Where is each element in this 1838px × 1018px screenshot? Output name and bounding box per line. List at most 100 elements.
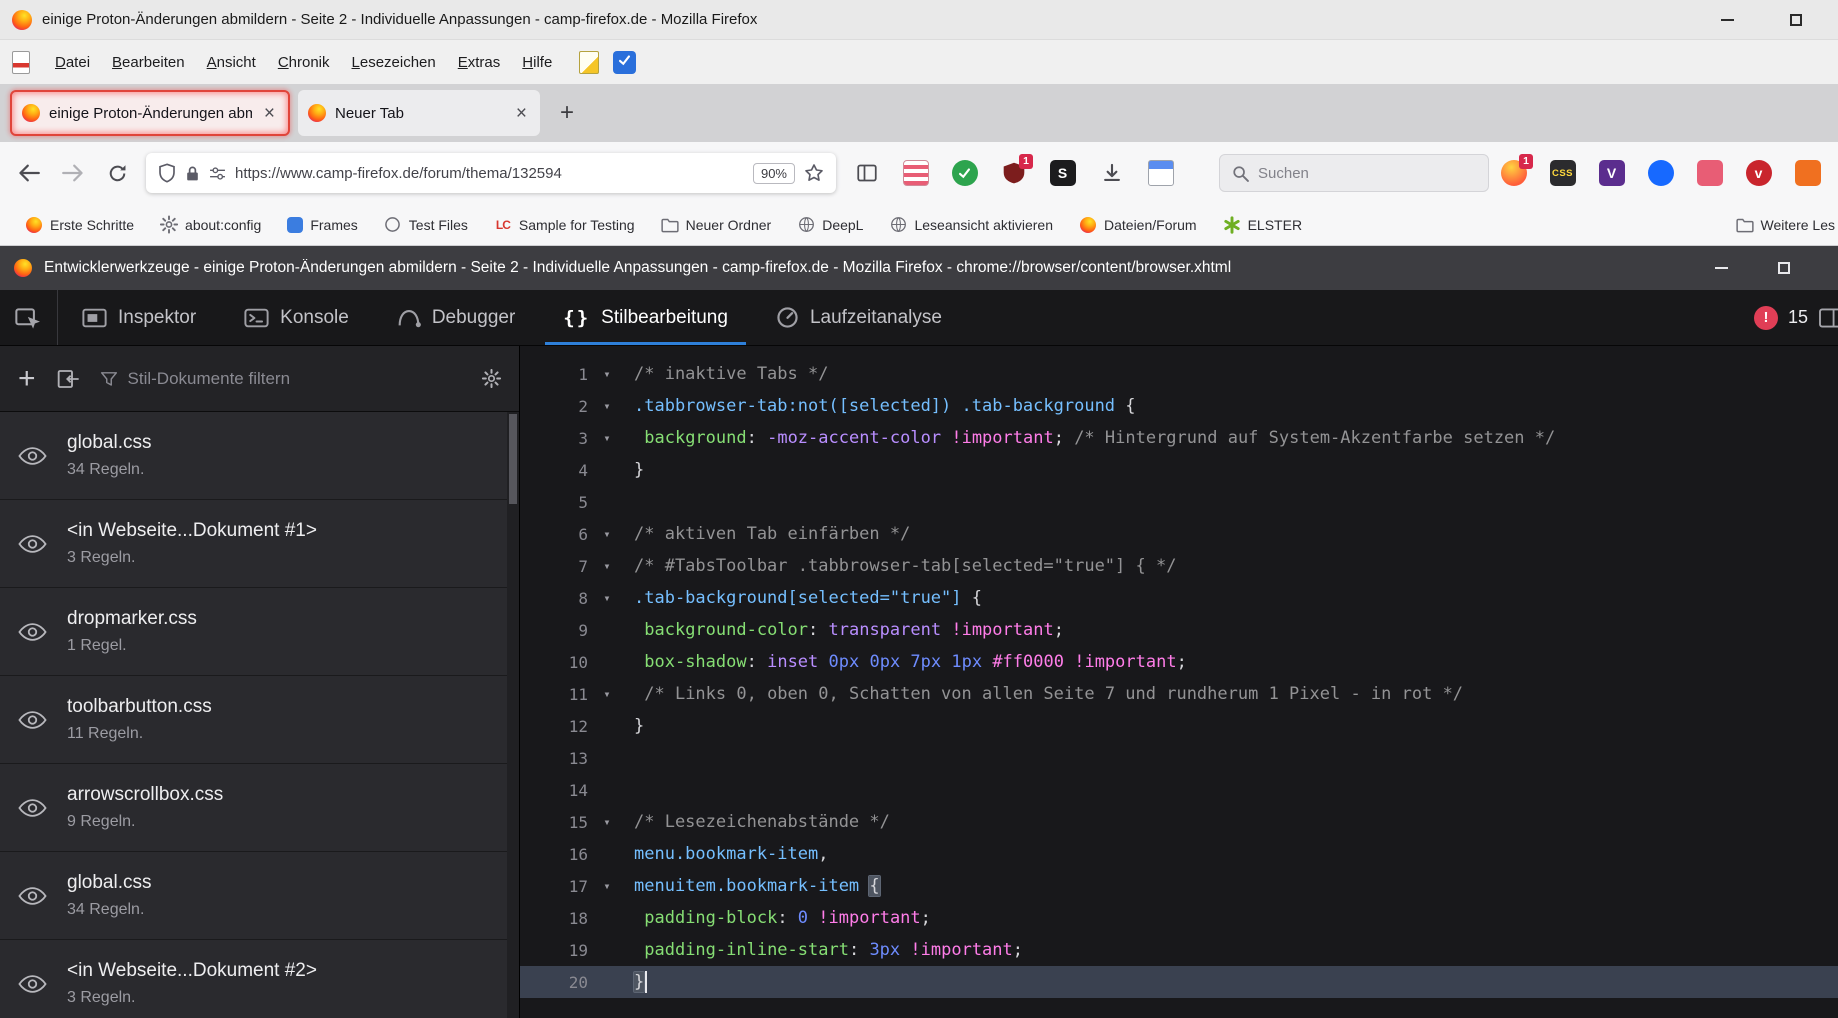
doc-edit-icon[interactable] — [579, 51, 599, 74]
fold-arrow[interactable]: ▾ — [592, 367, 622, 381]
devtools-minimize-button[interactable] — [1715, 267, 1728, 269]
menu-item-lesezeichen[interactable]: Lesezeichen — [341, 49, 447, 76]
downloads-button[interactable] — [1089, 153, 1134, 193]
permissions-icon[interactable] — [209, 166, 226, 181]
devtools-maximize-button[interactable] — [1778, 262, 1790, 274]
sidebar-toggle-button[interactable] — [844, 153, 889, 193]
code-line-17[interactable]: 17▾menuitem.bookmark-item { — [520, 870, 1838, 902]
code-line-5[interactable]: 5 — [520, 486, 1838, 518]
visibility-eye-icon[interactable] — [18, 710, 47, 730]
fold-arrow[interactable]: ▾ — [592, 687, 622, 701]
code-line-13[interactable]: 13 — [520, 742, 1838, 774]
maximize-button[interactable] — [1790, 14, 1802, 26]
fold-arrow[interactable]: ▾ — [592, 591, 622, 605]
bookmark-dateien-forum[interactable]: Dateien/Forum — [1068, 212, 1208, 238]
search-input[interactable] — [1258, 165, 1476, 182]
edge-extension-button[interactable] — [1785, 153, 1830, 193]
styleeditor-options-icon[interactable] — [482, 369, 501, 388]
stylesheet-item-1[interactable]: global.css34 Regeln. — [0, 412, 519, 500]
code-line-9[interactable]: 9 background-color: transparent !importa… — [520, 614, 1838, 646]
code-line-3[interactable]: 3▾ background: -moz-accent-color !import… — [520, 422, 1838, 454]
lock-icon[interactable] — [185, 165, 200, 182]
url-text[interactable]: https://www.camp-firefox.de/forum/thema/… — [235, 165, 744, 182]
code-line-11[interactable]: 11▾ /* Links 0, oben 0, Schatten von all… — [520, 678, 1838, 710]
fold-arrow[interactable]: ▾ — [592, 879, 622, 893]
search-bar[interactable] — [1219, 154, 1489, 192]
devtools-tab-laufzeitanalyse[interactable]: Laufzeitanalyse — [752, 290, 966, 345]
bookmark-about-config[interactable]: about:config — [149, 212, 272, 238]
bookmark-weitere-les[interactable]: Weitere Les — [1725, 212, 1838, 238]
devtools-tab-konsole[interactable]: Konsole — [220, 290, 373, 345]
code-line-2[interactable]: 2▾.tabbrowser-tab:not([selected]) .tab-b… — [520, 390, 1838, 422]
stylesheet-item-2[interactable]: <in Webseite...Dokument #1>3 Regeln. — [0, 500, 519, 588]
code-line-8[interactable]: 8▾.tab-background[selected="true"] { — [520, 582, 1838, 614]
menu-item-extras[interactable]: Extras — [447, 49, 512, 76]
bookmark-sample-for-testing[interactable]: LCSample for Testing — [483, 212, 646, 238]
stylesheet-item-4[interactable]: toolbarbutton.css11 Regeln. — [0, 676, 519, 764]
fold-arrow[interactable]: ▾ — [592, 399, 622, 413]
flame-extension-button[interactable]: 1 — [1491, 153, 1536, 193]
code-line-12[interactable]: 12} — [520, 710, 1838, 742]
bookmark-erste-schritte[interactable]: Erste Schritte — [14, 212, 145, 238]
devtools-tab-stilbearbeitung[interactable]: {}Stilbearbeitung — [539, 290, 752, 345]
error-badge-icon[interactable]: ! — [1754, 306, 1778, 330]
code-line-18[interactable]: 18 padding-block: 0 !important; — [520, 902, 1838, 934]
menu-item-bearbeiten[interactable]: Bearbeiten — [101, 49, 196, 76]
menu-item-ansicht[interactable]: Ansicht — [196, 49, 267, 76]
code-editor[interactable]: 1▾/* inaktive Tabs */2▾.tabbrowser-tab:n… — [520, 346, 1838, 1018]
devtools-tab-debugger[interactable]: Debugger — [373, 290, 539, 345]
new-tab-button[interactable]: + — [544, 97, 590, 129]
minimize-button[interactable] — [1721, 19, 1734, 21]
visibility-eye-icon[interactable] — [18, 534, 47, 554]
stylesheet-item-5[interactable]: arrowscrollbox.css9 Regeln. — [0, 764, 519, 852]
code-line-14[interactable]: 14 — [520, 774, 1838, 806]
code-line-7[interactable]: 7▾/* #TabsToolbar .tabbrowser-tab[select… — [520, 550, 1838, 582]
wsc-check-icon[interactable] — [613, 51, 636, 74]
tab-close-icon[interactable]: × — [261, 104, 278, 123]
forward-button[interactable] — [52, 153, 94, 193]
tracking-shield-icon[interactable] — [158, 163, 176, 183]
code-line-19[interactable]: 19 padding-inline-start: 3px !important; — [520, 934, 1838, 966]
stylesheet-item-6[interactable]: global.css34 Regeln. — [0, 852, 519, 940]
code-line-6[interactable]: 6▾/* aktiven Tab einfärben */ — [520, 518, 1838, 550]
check-extension-button[interactable] — [942, 153, 987, 193]
devtools-tab-inspektor[interactable]: Inspektor — [58, 290, 220, 345]
menu-item-datei[interactable]: Datei — [44, 49, 101, 76]
notes-extension-button[interactable] — [893, 153, 938, 193]
code-line-4[interactable]: 4} — [520, 454, 1838, 486]
visibility-eye-icon[interactable] — [18, 974, 47, 994]
code-line-1[interactable]: 1▾/* inaktive Tabs */ — [520, 358, 1838, 390]
stylesheet-item-3[interactable]: dropmarker.css1 Regel. — [0, 588, 519, 676]
bookmark-deepl[interactable]: DeepL — [786, 212, 874, 238]
menu-item-hilfe[interactable]: Hilfe — [511, 49, 563, 76]
browser-tab-2[interactable]: Neuer Tab× — [298, 90, 540, 136]
code-line-16[interactable]: 16menu.bookmark-item, — [520, 838, 1838, 870]
bookmark-frames[interactable]: Frames — [276, 213, 368, 237]
zoom-indicator[interactable]: 90% — [753, 163, 795, 184]
element-picker-button[interactable] — [0, 290, 58, 345]
visibility-eye-icon[interactable] — [18, 622, 47, 642]
stylesheet-filter-input[interactable]: Stil-Dokumente filtern — [100, 369, 462, 389]
code-line-20[interactable]: 20} — [520, 966, 1838, 998]
bookmark-test-files[interactable]: Test Files — [373, 212, 479, 238]
css-extension-button[interactable]: CSS — [1540, 153, 1585, 193]
bookmark-star-icon[interactable] — [804, 163, 824, 183]
back-button[interactable] — [8, 153, 50, 193]
pink-extension-button[interactable] — [1687, 153, 1732, 193]
code-line-15[interactable]: 15▾/* Lesezeichenabstände */ — [520, 806, 1838, 838]
scrollbar-thumb[interactable] — [509, 414, 517, 504]
sidebar-scrollbar[interactable] — [507, 412, 519, 1018]
zip-addon-icon[interactable] — [12, 51, 30, 74]
visibility-eye-icon[interactable] — [18, 446, 47, 466]
blue-extension-button[interactable] — [1638, 153, 1683, 193]
table-extension-button[interactable] — [1138, 153, 1183, 193]
bookmark-leseansicht-aktivieren[interactable]: Leseansicht aktivieren — [878, 212, 1064, 238]
new-stylesheet-button[interactable]: + — [18, 364, 36, 394]
vshield-extension-button[interactable]: v — [1736, 153, 1781, 193]
ublock-extension-button[interactable]: 1 — [991, 153, 1036, 193]
browser-tab-1[interactable]: einige Proton-Änderungen abm× — [10, 90, 290, 136]
import-stylesheet-button[interactable] — [56, 368, 80, 390]
dock-panel-icon[interactable] — [1818, 308, 1838, 328]
fold-arrow[interactable]: ▾ — [592, 431, 622, 445]
tab-close-icon[interactable]: × — [513, 104, 530, 123]
